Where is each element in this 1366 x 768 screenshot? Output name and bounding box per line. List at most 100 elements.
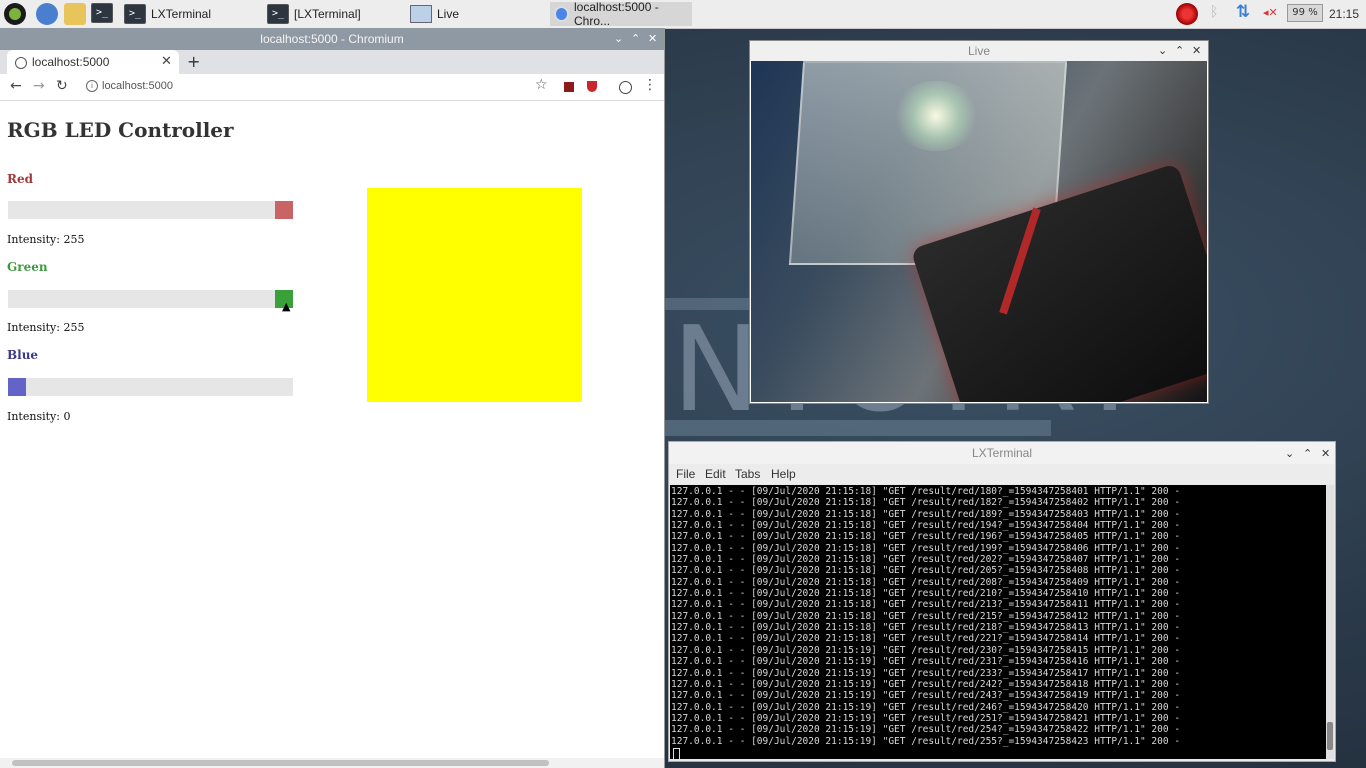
file-manager-icon[interactable]	[64, 3, 86, 25]
web-browser-icon[interactable]	[36, 3, 58, 25]
terminal-line: 127.0.0.1 - - [09/Jul/2020 21:15:18] "GE…	[671, 520, 1181, 532]
window-title: Live	[967, 44, 990, 58]
terminal-line: 127.0.0.1 - - [09/Jul/2020 21:15:19] "GE…	[671, 644, 1181, 656]
close-icon[interactable]: ✕	[1192, 44, 1201, 57]
red-label: Red	[7, 172, 33, 186]
address-bar[interactable]: localhost:5000	[102, 80, 173, 92]
terminal-line: 127.0.0.1 - - [09/Jul/2020 21:15:19] "GE…	[671, 656, 1181, 668]
profile-icon[interactable]	[619, 81, 632, 94]
terminal-line: 127.0.0.1 - - [09/Jul/2020 21:15:19] "GE…	[671, 701, 1181, 713]
maximize-icon[interactable]: ⌃	[631, 32, 640, 45]
taskbar-item-lxterminal[interactable]: >_ LXTerminal	[120, 2, 260, 26]
terminal-icon: >_	[267, 4, 289, 24]
terminal-line: 127.0.0.1 - - [09/Jul/2020 21:15:19] "GE…	[671, 724, 1181, 736]
tab-close-icon[interactable]: ✕	[161, 54, 172, 69]
terminal-icon: >_	[124, 4, 146, 24]
green-slider[interactable]	[8, 290, 293, 308]
terminal-window: LXTerminal ⌄ ⌃ ✕ File Edit Tabs Help 127…	[668, 441, 1336, 762]
forward-icon[interactable]: →	[33, 78, 45, 94]
blue-label: Blue	[7, 348, 39, 362]
tab-title: localhost:5000	[32, 55, 110, 69]
taskbar-item-lxterminal-minimized[interactable]: >_ [LXTerminal]	[263, 2, 403, 26]
bookmark-star-icon[interactable]: ☆	[535, 77, 548, 93]
green-label: Green	[7, 260, 48, 274]
ublock-shield-icon[interactable]	[587, 81, 597, 92]
terminal-line: 127.0.0.1 - - [09/Jul/2020 21:15:18] "GE…	[671, 599, 1181, 611]
color-preview	[367, 188, 582, 402]
terminal-line: 127.0.0.1 - - [09/Jul/2020 21:15:18] "GE…	[671, 588, 1181, 600]
raspberry-menu-icon[interactable]	[4, 3, 26, 25]
taskbar-item-chromium[interactable]: localhost:5000 - Chro...	[550, 0, 692, 28]
minimize-icon[interactable]: ⌄	[1285, 447, 1294, 460]
terminal-line: 127.0.0.1 - - [09/Jul/2020 21:15:18] "GE…	[671, 633, 1181, 645]
taskbar: >_ >_ LXTerminal >_ [LXTerminal] Live lo…	[0, 0, 1366, 29]
live-window: Live ⌄ ⌃ ✕	[749, 40, 1209, 404]
blue-slider-thumb[interactable]	[8, 378, 26, 396]
terminal-line: 127.0.0.1 - - [09/Jul/2020 21:15:18] "GE…	[671, 486, 1181, 497]
chromium-icon	[554, 6, 570, 22]
reload-icon[interactable]: ↻	[56, 78, 68, 94]
terminal-line: 127.0.0.1 - - [09/Jul/2020 21:15:18] "GE…	[671, 497, 1181, 509]
green-intensity: Intensity: 255	[7, 321, 85, 334]
blue-intensity: Intensity: 0	[7, 410, 71, 423]
terminal-lines: 127.0.0.1 - - [09/Jul/2020 21:15:18] "GE…	[671, 486, 1180, 747]
terminal-line: 127.0.0.1 - - [09/Jul/2020 21:15:19] "GE…	[671, 690, 1181, 702]
terminal-line: 127.0.0.1 - - [09/Jul/2020 21:15:18] "GE…	[671, 610, 1181, 622]
extension-icon[interactable]	[564, 82, 574, 92]
close-icon[interactable]: ✕	[648, 32, 657, 45]
new-tab-button[interactable]: +	[187, 52, 200, 71]
maximize-icon[interactable]: ⌃	[1175, 44, 1184, 57]
terminal-output[interactable]: 127.0.0.1 - - [09/Jul/2020 21:15:18] "GE…	[670, 485, 1326, 759]
terminal-menubar: File Edit Tabs Help	[669, 464, 1335, 484]
terminal-scrollbar-thumb[interactable]	[1327, 722, 1333, 750]
terminal-line: 127.0.0.1 - - [09/Jul/2020 21:15:19] "GE…	[671, 678, 1181, 690]
red-slider[interactable]	[8, 201, 293, 219]
taskbar-item-label: [LXTerminal]	[294, 7, 361, 21]
info-icon[interactable]: i	[86, 80, 98, 92]
terminal-line: 127.0.0.1 - - [09/Jul/2020 21:15:18] "GE…	[671, 508, 1181, 520]
led-glow	[891, 81, 981, 151]
volume-muted-icon[interactable]: ◂✕	[1263, 6, 1278, 19]
red-intensity: Intensity: 255	[7, 233, 85, 246]
record-icon[interactable]	[1176, 3, 1198, 25]
terminal-line: 127.0.0.1 - - [09/Jul/2020 21:15:18] "GE…	[671, 565, 1181, 577]
horizontal-scrollbar-thumb[interactable]	[12, 760, 549, 766]
chromium-window: localhost:5000 - Chromium ⌄ ⌃ ✕ localhos…	[0, 28, 665, 768]
taskbar-item-label: LXTerminal	[151, 7, 212, 21]
kebab-menu-icon[interactable]: ⋮	[643, 77, 657, 93]
taskbar-item-live[interactable]: Live	[406, 2, 546, 26]
camera-feed	[751, 61, 1207, 402]
clock[interactable]: 21:15	[1329, 7, 1359, 21]
close-icon[interactable]: ✕	[1321, 447, 1330, 460]
terminal-cursor	[673, 748, 680, 759]
terminal-line: 127.0.0.1 - - [09/Jul/2020 21:15:18] "GE…	[671, 554, 1181, 566]
terminal-line: 127.0.0.1 - - [09/Jul/2020 21:15:19] "GE…	[671, 735, 1181, 747]
maximize-icon[interactable]: ⌃	[1303, 447, 1312, 460]
terminal-launcher-icon[interactable]: >_	[91, 3, 113, 25]
page-title: RGB LED Controller	[7, 118, 234, 142]
red-slider-thumb[interactable]	[275, 201, 293, 219]
window-icon	[410, 5, 432, 23]
terminal-line: 127.0.0.1 - - [09/Jul/2020 21:15:18] "GE…	[671, 576, 1181, 588]
terminal-line: 127.0.0.1 - - [09/Jul/2020 21:15:18] "GE…	[671, 531, 1181, 543]
menu-tabs[interactable]: Tabs	[735, 467, 760, 481]
taskbar-item-label: Live	[437, 7, 460, 21]
terminal-line: 127.0.0.1 - - [09/Jul/2020 21:15:19] "GE…	[671, 712, 1181, 724]
terminal-scrollbar[interactable]	[1326, 485, 1334, 759]
menu-edit[interactable]: Edit	[705, 467, 726, 481]
window-title: LXTerminal	[971, 446, 1033, 460]
globe-icon	[15, 57, 27, 69]
back-icon[interactable]: ←	[10, 78, 22, 94]
mouse-pointer-icon: ▲	[282, 300, 291, 313]
menu-help[interactable]: Help	[771, 467, 796, 481]
bluetooth-icon[interactable]: ᛒ	[1210, 4, 1218, 20]
minimize-icon[interactable]: ⌄	[614, 32, 623, 45]
network-icon[interactable]: ⇅	[1236, 2, 1250, 22]
window-title: localhost:5000 - Chromium	[260, 32, 404, 46]
battery-text: 99 %	[1292, 7, 1318, 18]
blue-slider[interactable]	[8, 378, 293, 396]
terminal-line: 127.0.0.1 - - [09/Jul/2020 21:15:18] "GE…	[671, 622, 1181, 634]
menu-file[interactable]: File	[676, 467, 695, 481]
minimize-icon[interactable]: ⌄	[1158, 44, 1167, 57]
battery-indicator[interactable]: 99 %	[1287, 4, 1323, 22]
